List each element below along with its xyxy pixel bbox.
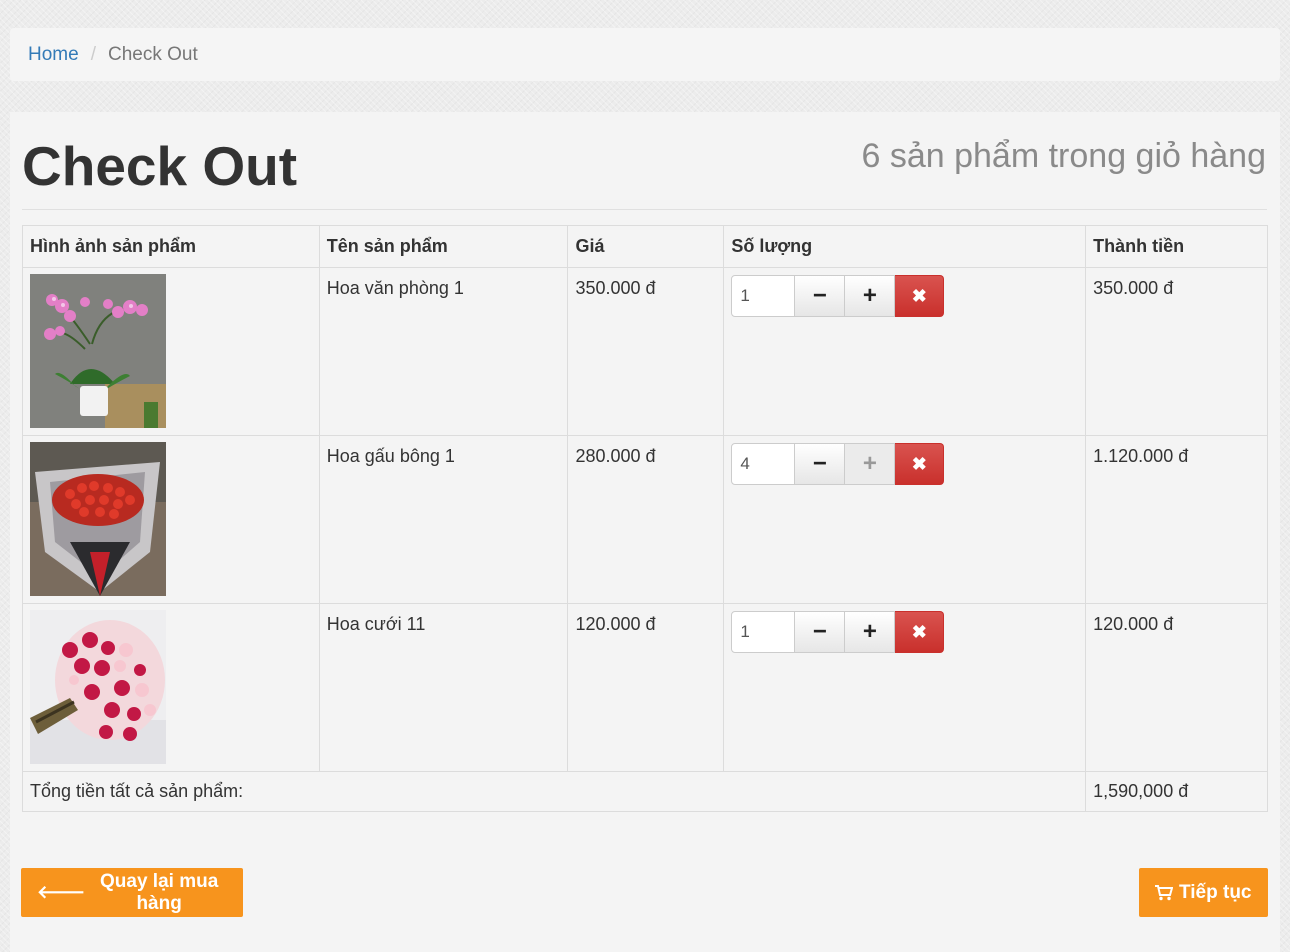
remove-icon: ✖	[911, 453, 927, 474]
decrease-quantity-button[interactable]: −	[795, 611, 846, 653]
total-value: 1,590,000 đ	[1085, 771, 1268, 812]
page-title: Check Out	[22, 135, 298, 197]
product-price: 350.000 đ	[567, 267, 725, 436]
checkout-panel: Check Out 6 sản phẩm trong giỏ hàng Hình…	[10, 112, 1280, 952]
quantity-stepper: − + ✖	[731, 611, 1078, 653]
product-image-cell	[22, 435, 320, 604]
remove-item-button[interactable]: ✖	[895, 611, 945, 653]
minus-icon: −	[812, 282, 827, 309]
increase-quantity-button[interactable]: +	[845, 611, 896, 653]
back-button-label: Quay lại mua hàng	[100, 870, 219, 914]
plus-icon: +	[862, 450, 877, 477]
column-header-image: Hình ảnh sản phẩm	[22, 225, 320, 268]
breadcrumb-separator: /	[90, 43, 96, 65]
quantity-stepper: − + ✖	[731, 275, 1078, 317]
table-row: Hoa gấu bông 1 280.000 đ − + ✖ 1.120.000…	[22, 435, 1268, 604]
column-header-subtotal: Thành tiền	[1085, 225, 1268, 268]
product-subtotal: 350.000 đ	[1085, 267, 1268, 436]
quantity-stepper: − + ✖	[731, 443, 1078, 485]
product-image[interactable]	[30, 442, 166, 596]
table-header-row: Hình ảnh sản phẩm Tên sản phẩm Giá Số lư…	[22, 225, 1268, 268]
plus-icon: +	[862, 618, 877, 645]
product-name: Hoa văn phòng 1	[318, 267, 569, 436]
breadcrumb-current: Check Out	[107, 43, 198, 65]
arrow-left-icon: 🡐	[37, 882, 86, 902]
product-image-cell	[22, 267, 320, 436]
cart-table: Hình ảnh sản phẩm Tên sản phẩm Giá Số lư…	[21, 225, 1268, 812]
back-to-shopping-button[interactable]: 🡐 Quay lại mua hàng	[21, 868, 243, 917]
product-name: Hoa cưới 11	[318, 603, 569, 772]
product-price: 120.000 đ	[567, 603, 725, 772]
breadcrumb-home-link[interactable]: Home	[28, 44, 79, 66]
column-header-name: Tên sản phẩm	[318, 225, 569, 268]
product-name: Hoa gấu bông 1	[318, 435, 569, 604]
remove-item-button[interactable]: ✖	[895, 443, 945, 485]
table-row: Hoa cưới 11 120.000 đ − + ✖ 120.000 đ	[22, 603, 1268, 772]
minus-icon: −	[812, 450, 827, 477]
quantity-input[interactable]	[731, 611, 796, 653]
cart-count: 6 sản phẩm trong giỏ hàng	[861, 137, 1266, 175]
total-row: Tổng tiền tất cả sản phẩm: 1,590,000 đ	[21, 771, 1268, 812]
quantity-input[interactable]	[731, 443, 796, 485]
quantity-input[interactable]	[731, 275, 796, 317]
decrease-quantity-button[interactable]: −	[795, 443, 846, 485]
breadcrumb: Home / Check Out	[10, 28, 1280, 81]
total-label: Tổng tiền tất cả sản phẩm:	[21, 771, 1087, 812]
column-header-quantity: Số lượng	[723, 225, 1087, 268]
product-image-cell	[22, 603, 320, 772]
quantity-cell: − + ✖	[723, 603, 1087, 772]
quantity-cell: − + ✖	[723, 435, 1087, 604]
product-image[interactable]	[30, 274, 166, 428]
decrease-quantity-button[interactable]: −	[795, 275, 846, 317]
increase-quantity-button[interactable]: +	[845, 443, 896, 485]
product-price: 280.000 đ	[567, 435, 725, 604]
remove-icon: ✖	[911, 621, 927, 642]
continue-button[interactable]: Tiếp tục	[1139, 868, 1268, 917]
continue-button-label: Tiếp tục	[1179, 881, 1252, 903]
table-row: Hoa văn phòng 1 350.000 đ − + ✖ 350.000 …	[22, 267, 1268, 436]
quantity-cell: − + ✖	[723, 267, 1087, 436]
column-header-price: Giá	[567, 225, 725, 268]
remove-item-button[interactable]: ✖	[895, 275, 945, 317]
increase-quantity-button[interactable]: +	[845, 275, 896, 317]
remove-icon: ✖	[911, 285, 927, 306]
minus-icon: −	[812, 618, 827, 645]
product-subtotal: 1.120.000 đ	[1085, 435, 1268, 604]
plus-icon: +	[862, 282, 877, 309]
divider	[22, 209, 1267, 210]
product-subtotal: 120.000 đ	[1085, 603, 1268, 772]
product-image[interactable]	[30, 610, 166, 764]
cart-icon	[1155, 884, 1173, 901]
